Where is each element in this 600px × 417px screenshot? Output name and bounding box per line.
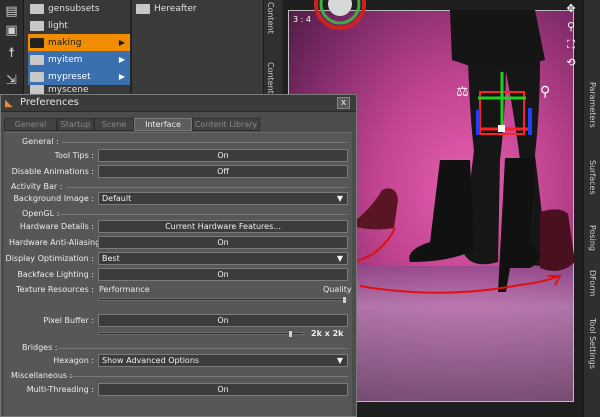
preferences-dialog: ◣ Preferences x General Startup Scene In… xyxy=(0,94,357,417)
texture-quality-label: Quality xyxy=(323,285,352,294)
hexagon-select[interactable]: Show Advanced Options ▼ xyxy=(98,354,348,367)
expand-arrow-icon[interactable]: ▶ xyxy=(119,38,125,47)
folder-item[interactable]: light xyxy=(28,17,130,34)
tab-interface[interactable]: Interface xyxy=(134,118,192,131)
divider xyxy=(66,187,348,188)
dropdown-arrow-icon: ▼ xyxy=(336,194,343,203)
tab-scene[interactable]: Scene xyxy=(94,118,134,131)
folder-icon xyxy=(30,20,44,31)
pixel-buffer-toggle[interactable]: On xyxy=(98,314,348,327)
figure-icon[interactable]: ☨ xyxy=(3,45,20,62)
app-logo-icon: ◣ xyxy=(5,98,13,109)
folder-label: light xyxy=(48,20,68,31)
right-side-tabs: Parameters Surfaces Posing DForm Tool Se… xyxy=(583,0,600,417)
content-side-tabs: Content Content xyxy=(263,0,281,96)
folder-label: myitem xyxy=(48,54,83,65)
hardware-aa-label: Hardware Anti-Aliasing : xyxy=(9,238,106,247)
hardware-aa-toggle[interactable]: On xyxy=(98,236,348,249)
folder-icon xyxy=(30,37,44,48)
folder-icon xyxy=(30,71,44,82)
hexagon-label: Hexagon : xyxy=(53,356,94,365)
hexagon-value: Show Advanced Options xyxy=(102,356,200,365)
texture-performance-label: Performance xyxy=(99,285,150,294)
backface-lighting-label: Backface Lighting : xyxy=(17,270,94,279)
pixel-buffer-size: 2k x 2k xyxy=(311,329,344,338)
folder-icon xyxy=(30,3,44,14)
dropdown-arrow-icon: ▼ xyxy=(336,254,343,263)
save-icon[interactable]: ▣ xyxy=(3,22,20,39)
folder-item[interactable]: mypreset ▶ xyxy=(28,68,130,85)
slider-handle[interactable] xyxy=(288,330,293,338)
tool-tips-label: Tool Tips : xyxy=(54,151,94,160)
subfolder-label: Hereafter xyxy=(154,3,197,14)
import-icon[interactable]: ⇲ xyxy=(3,72,20,89)
display-optimization-select[interactable]: Best ▼ xyxy=(98,252,348,265)
tab-surfaces[interactable]: Surfaces xyxy=(588,160,597,195)
interface-panel: General : Tool Tips : On Disable Animati… xyxy=(4,132,352,416)
aspect-ratio-label: 3 : 4 xyxy=(293,15,311,24)
preferences-tabs: General Startup Scene Interface Content … xyxy=(4,118,352,132)
tab-parameters[interactable]: Parameters xyxy=(588,82,597,128)
content-library-tree: gensubsets light making ▶ myitem ▶ mypre… xyxy=(24,0,130,96)
disable-animations-label: Disable Animations : xyxy=(11,167,94,176)
background-image-select[interactable]: Default ▼ xyxy=(98,192,348,205)
section-activity-bar: Activity Bar : xyxy=(11,182,63,191)
hardware-details-label: Hardware Details : xyxy=(19,222,94,231)
texture-resources-label: Texture Resources : xyxy=(16,285,94,294)
side-tab-content[interactable]: Content xyxy=(266,2,275,34)
side-tab-content[interactable]: Content xyxy=(266,62,275,94)
pixel-buffer-slider[interactable] xyxy=(98,330,304,338)
slider-handle[interactable] xyxy=(342,296,347,304)
background-image-value: Default xyxy=(102,194,132,203)
display-optimization-label: Display Optimization : xyxy=(5,254,94,263)
tab-posing[interactable]: Posing xyxy=(588,225,597,251)
folder-icon xyxy=(30,54,44,65)
dialog-title: Preferences xyxy=(20,97,79,108)
move-arrows-icon[interactable]: ✥ xyxy=(564,2,578,16)
folder-icon xyxy=(136,3,150,14)
section-general: General : xyxy=(22,137,59,146)
display-optimization-value: Best xyxy=(102,254,120,263)
reset-view-icon[interactable]: ⟲ xyxy=(564,56,578,70)
tab-general[interactable]: General xyxy=(4,118,57,131)
folder-item[interactable]: myitem ▶ xyxy=(28,51,130,68)
divider xyxy=(58,214,348,215)
disable-animations-toggle[interactable]: Off xyxy=(98,165,348,178)
divider xyxy=(68,376,348,377)
expand-arrow-icon[interactable]: ▶ xyxy=(119,55,125,64)
tab-dform[interactable]: DForm xyxy=(588,270,597,296)
folder-label: gensubsets xyxy=(48,3,100,14)
folder-label: mypreset xyxy=(48,71,91,82)
close-button[interactable]: x xyxy=(337,97,350,109)
folder-item[interactable]: gensubsets xyxy=(28,0,130,17)
frame-icon[interactable]: ⛶ xyxy=(564,38,578,52)
background-image-label: Background Image : xyxy=(13,194,94,203)
backface-lighting-toggle[interactable]: On xyxy=(98,268,348,281)
zoom-icon[interactable]: ⚲ xyxy=(564,20,578,34)
multi-threading-label: Multi-Threading : xyxy=(26,385,94,394)
tab-content-library[interactable]: Content Library xyxy=(192,118,260,131)
pixel-buffer-label: Pixel Buffer : xyxy=(43,316,94,325)
section-bridges: Bridges : xyxy=(22,343,58,352)
divider xyxy=(62,142,348,143)
dialog-titlebar[interactable]: ◣ Preferences x xyxy=(1,95,356,112)
folder-label: making xyxy=(48,37,82,48)
divider xyxy=(58,348,348,349)
multi-threading-toggle[interactable]: On xyxy=(98,383,348,396)
section-miscellaneous: Miscellaneous : xyxy=(11,371,73,380)
tab-startup[interactable]: Startup xyxy=(57,118,94,131)
folder-item-selected[interactable]: making ▶ xyxy=(28,34,130,51)
viewport-tools: ✥ ⚲ ⛶ ⟲ xyxy=(563,0,580,80)
content-subfolder-list: Hereafter xyxy=(131,0,263,96)
texture-resources-slider[interactable] xyxy=(98,296,348,304)
tool-tips-toggle[interactable]: On xyxy=(98,149,348,162)
tab-tool-settings[interactable]: Tool Settings xyxy=(588,318,597,369)
dropdown-arrow-icon: ▼ xyxy=(336,356,343,365)
subfolder-item[interactable]: Hereafter xyxy=(134,0,254,17)
expand-arrow-icon[interactable]: ▶ xyxy=(119,72,125,81)
current-hardware-features-button[interactable]: Current Hardware Features... xyxy=(98,220,348,233)
folder-icon[interactable]: ▤ xyxy=(3,3,20,20)
section-opengl: OpenGL : xyxy=(22,209,60,218)
